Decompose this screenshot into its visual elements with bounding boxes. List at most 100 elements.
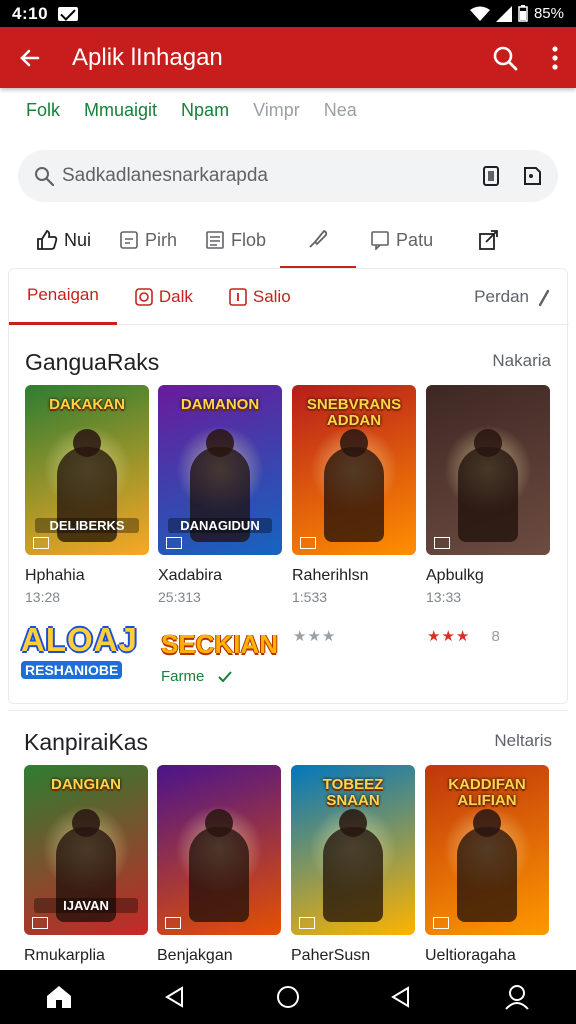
game-name: Apbulkg (426, 567, 484, 584)
game-tile[interactable]: TOBEEZ SNAANPaherSusn13:33 (291, 765, 415, 985)
signal-icon (495, 5, 512, 22)
game-meta: 25:313 (158, 589, 201, 605)
age-rating-icon (32, 917, 48, 929)
status-right: 85% (469, 5, 564, 22)
game-meta: 13:28 (25, 589, 61, 605)
subtab-salio[interactable]: Salio (211, 269, 309, 325)
game-logo-text: TOBEEZ SNAAN (322, 776, 384, 809)
camera-icon (135, 287, 153, 306)
status-bar: 4:10 85% (0, 0, 576, 27)
game-name: PaherSusn (291, 947, 371, 964)
game-tile[interactable]: SNEBVRANS ADDAN Raherihlsn 1:533 (292, 385, 416, 605)
game-tile[interactable]: Benjakgan23:4 (157, 765, 281, 985)
promo-banner-right[interactable]: SECKIAN Farme (161, 629, 281, 685)
promo-right-label: Farme (161, 668, 205, 685)
age-rating-icon (299, 917, 315, 929)
search-icon (35, 167, 54, 186)
home-circle-icon[interactable] (276, 985, 300, 1009)
game-thumbnail[interactable]: SNEBVRANS ADDAN (292, 385, 416, 555)
category-row: Nui Pirh Flob Patu (0, 212, 576, 268)
age-rating-icon (166, 537, 182, 549)
game-name: Ueltioragaha (425, 947, 516, 964)
game-thumbnail[interactable]: DAMANON DANAGIDUN (158, 385, 282, 555)
promo-banner-left[interactable]: ALOAJ RESHANIOBE (21, 621, 149, 691)
category-share[interactable] (447, 212, 515, 268)
battery-percent: 85% (533, 5, 564, 22)
comment-icon (371, 231, 389, 250)
character-figure (323, 809, 383, 922)
page-title: Aplik lInhagan (72, 43, 223, 71)
chevron-right-icon (538, 289, 550, 306)
promo-left-title: ALOAJ (21, 621, 138, 658)
game-name: Raherihlsn (292, 567, 369, 584)
game-tile[interactable]: DAKAKAN DELIBERKS Hphahia 13:28 (25, 385, 149, 605)
game-logo-text: DANGIAN (51, 776, 121, 793)
game-tile[interactable]: DANGIANIJAVANRmukarplia13:33 (24, 765, 148, 985)
more-vert-icon[interactable] (552, 45, 558, 70)
account-icon[interactable] (503, 983, 531, 1011)
search-input[interactable]: Sadkadlanesnarkarapda (62, 165, 268, 187)
app-bar: Aplik lInhagan (0, 27, 576, 88)
promo-left-subtitle: RESHANIOBE (21, 661, 123, 679)
document-icon[interactable] (482, 166, 500, 186)
promo-right-title: SECKIAN (161, 629, 279, 659)
game-thumbnail[interactable]: DANGIAN IJAVAN (24, 765, 148, 935)
edit-note-icon (120, 231, 138, 249)
rating-stars: ★★★ (293, 628, 337, 645)
age-rating-icon (165, 917, 181, 929)
game-logo-text: DAMANON (180, 396, 260, 413)
chip-nea[interactable]: Nea (324, 100, 357, 121)
subtab-dalk[interactable]: Dalk (117, 269, 211, 325)
section-more-link[interactable]: Nakaria (492, 351, 551, 371)
filter-chips: Folk Mmuaigit Npam Vimpr Nea (26, 100, 357, 121)
brush-icon (309, 229, 328, 248)
back-arrow-icon[interactable] (18, 46, 42, 70)
game-name: Benjakgan (157, 947, 233, 964)
game-subtitle-text: IJAVAN (34, 898, 138, 913)
thumbs-up-icon (37, 229, 58, 250)
game-thumbnail[interactable]: TOBEEZ SNAAN (291, 765, 415, 935)
bottom-navigation (0, 970, 576, 1024)
game-thumbnail[interactable]: KADDIFAN ALIFIAN (425, 765, 549, 935)
chip-folk[interactable]: Folk (26, 100, 60, 121)
character-figure (458, 429, 518, 542)
rating-count: 8 (491, 628, 501, 645)
status-time: 4:10 (12, 3, 49, 23)
game-thumbnail[interactable]: DAKAKAN DELIBERKS (25, 385, 149, 555)
game-meta: 1:533 (292, 589, 328, 605)
category-brush[interactable] (280, 212, 357, 268)
home-icon[interactable] (45, 984, 73, 1010)
search-bar[interactable]: Sadkadlanesnarkarapda (18, 150, 558, 202)
category-pirh[interactable]: Pirh (105, 212, 191, 268)
search-icon[interactable] (492, 45, 518, 71)
info-box-icon (229, 287, 247, 306)
game-thumbnail[interactable] (426, 385, 550, 555)
games-card: Penaigan Dalk Salio Perdan GanguaRaks Na… (8, 268, 569, 704)
back-triangle-icon[interactable] (164, 986, 186, 1008)
subtab-penaigan[interactable]: Penaigan (9, 269, 117, 325)
game-thumbnail[interactable] (157, 765, 281, 935)
game-tile[interactable]: KADDIFAN ALIFIANUeltioragaha13:86 (425, 765, 549, 985)
category-nui[interactable]: Nui (36, 212, 105, 268)
category-flob[interactable]: Flob (191, 212, 280, 268)
game-logo-text: KADDIFAN ALIFIAN (448, 776, 526, 809)
game-meta: 13:33 (426, 589, 462, 605)
game-tile[interactable]: Apbulkg 13:33 (426, 385, 550, 605)
game-subtitle-text: DELIBERKS (35, 518, 139, 533)
game-name: Rmukarplia (24, 947, 105, 964)
back-triangle-icon[interactable] (390, 986, 412, 1008)
mail-icon (58, 6, 79, 21)
category-patu[interactable]: Patu (356, 212, 447, 268)
game-logo-text: SNEBVRANS ADDAN (306, 396, 402, 429)
tag-icon[interactable] (522, 166, 542, 186)
chip-vimpr[interactable]: Vimpr (253, 100, 300, 121)
wifi-icon (469, 6, 490, 21)
share-icon (479, 230, 498, 250)
chip-npam[interactable]: Npam (181, 100, 229, 121)
chip-mmuaigit[interactable]: Mmuaigit (84, 100, 157, 121)
game-tile[interactable]: DAMANON DANAGIDUN Xadabira 25:313 (158, 385, 282, 605)
subtab-more[interactable]: Perdan (474, 287, 569, 307)
age-rating-icon (433, 917, 449, 929)
character-figure (189, 809, 249, 922)
section-more-link[interactable]: Neltaris (494, 731, 552, 751)
